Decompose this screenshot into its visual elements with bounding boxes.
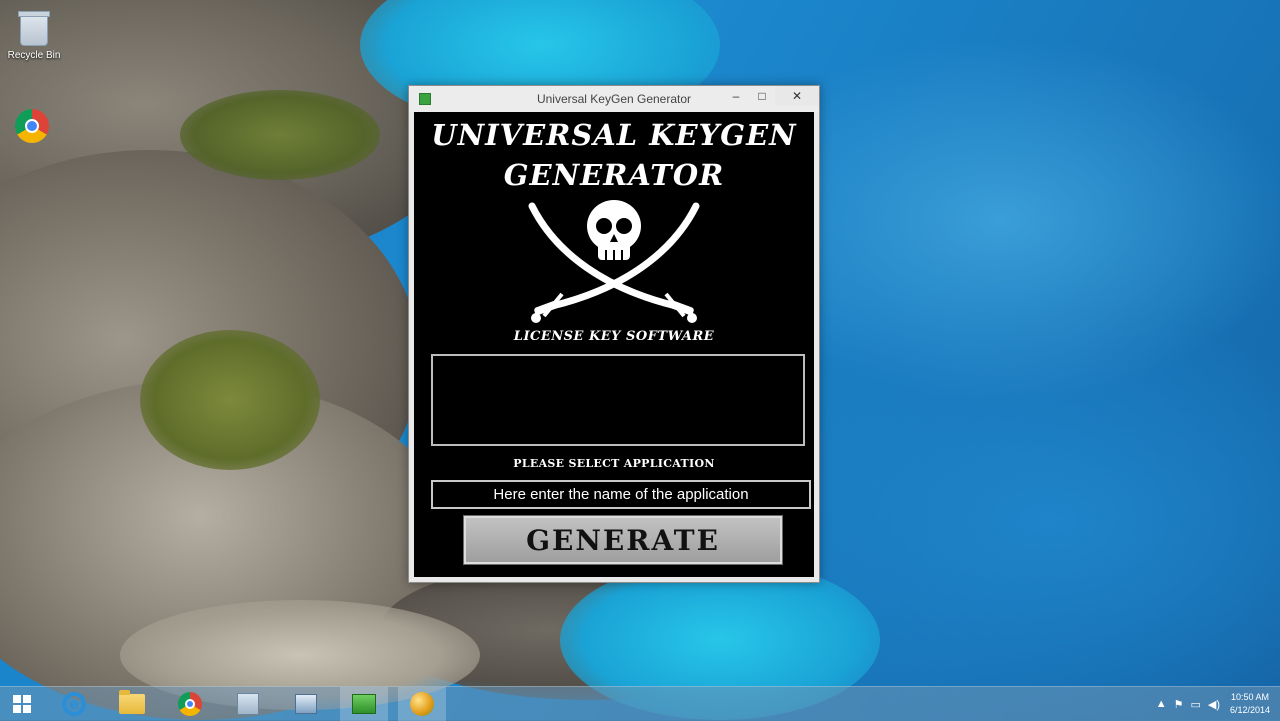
taskbar-control-panel[interactable] xyxy=(224,687,272,721)
folder-icon xyxy=(119,690,145,714)
application-name-input[interactable] xyxy=(431,480,811,509)
window-titlebar[interactable]: Universal KeyGen Generator – □ ✕ xyxy=(409,86,819,112)
app-heading-line2: Generator xyxy=(503,158,725,192)
taskbar-chrome[interactable] xyxy=(166,687,214,721)
license-subtitle: LICENSE KEY SOFTWARE xyxy=(513,329,715,344)
keygen-app-icon xyxy=(352,694,376,714)
network-icon xyxy=(295,694,317,714)
taskbar-orb-app[interactable] xyxy=(398,687,446,721)
chrome-icon xyxy=(15,109,49,143)
show-hidden-icons-icon[interactable]: ▲ xyxy=(1156,698,1167,710)
maximize-button[interactable]: □ xyxy=(749,86,775,106)
taskbar: e ▲ ⚑ ▭ ◀) 10:50 AM 6/12/2014 xyxy=(0,686,1280,721)
minimize-button[interactable]: – xyxy=(723,86,749,106)
keygen-window: Universal KeyGen Generator – □ ✕ Univers… xyxy=(408,85,820,583)
close-button[interactable]: ✕ xyxy=(775,86,819,106)
chrome-desktop-shortcut[interactable] xyxy=(10,104,54,148)
recycle-bin-desktop-icon[interactable]: Recycle Bin xyxy=(8,8,60,61)
system-tray: ▲ ⚑ ▭ ◀) xyxy=(1156,687,1220,721)
taskbar-file-explorer[interactable] xyxy=(108,687,156,721)
flag-icon[interactable]: ⚑ xyxy=(1174,698,1184,711)
taskbar-keygen-app[interactable] xyxy=(340,687,388,721)
volume-icon[interactable]: ◀) xyxy=(1208,698,1220,711)
app-heading-line1: Universal Keygen xyxy=(431,118,797,152)
internet-explorer-icon: e xyxy=(62,692,86,716)
app-client-area: Universal Keygen Generator LICENSE KEY S… xyxy=(414,112,814,577)
chrome-icon xyxy=(178,692,202,716)
recycle-bin-icon xyxy=(18,11,50,46)
windows-logo-icon xyxy=(13,695,31,713)
key-output-box[interactable] xyxy=(431,354,805,446)
orb-app-icon xyxy=(410,692,434,716)
skull-crossed-swords-icon xyxy=(528,200,700,323)
generate-button[interactable]: GENERATE xyxy=(463,515,783,565)
control-panel-icon xyxy=(237,693,259,715)
start-button[interactable] xyxy=(0,687,44,721)
network-status-icon[interactable]: ▭ xyxy=(1190,698,1200,711)
recycle-bin-label: Recycle Bin xyxy=(7,50,61,61)
clock[interactable]: 10:50 AM 6/12/2014 xyxy=(1230,691,1270,717)
clock-date: 6/12/2014 xyxy=(1229,705,1270,715)
taskbar-network-app[interactable] xyxy=(282,687,330,721)
select-application-label: PLEASE SELECT APPLICATION xyxy=(513,457,715,470)
taskbar-internet-explorer[interactable]: e xyxy=(50,687,98,721)
clock-time: 10:50 AM xyxy=(1230,692,1269,702)
